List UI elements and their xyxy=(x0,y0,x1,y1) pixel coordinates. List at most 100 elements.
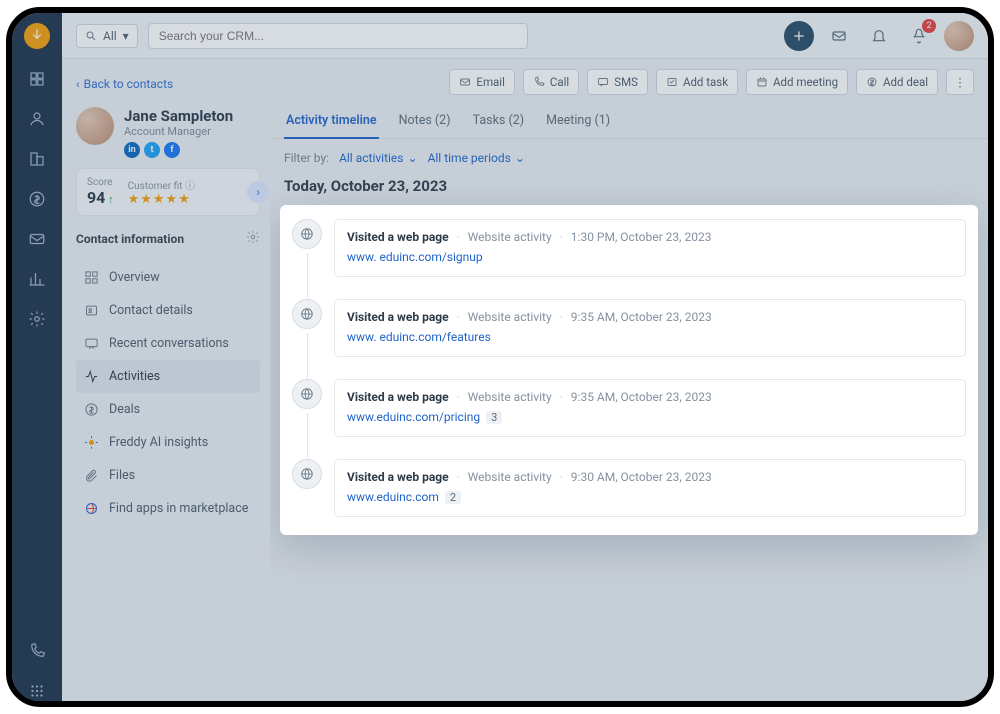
tab-tasks[interactable]: Tasks (2) xyxy=(471,105,527,138)
sidebar-item-freddy-ai[interactable]: Freddy AI insights xyxy=(76,426,260,459)
sms-button[interactable]: SMS xyxy=(587,69,648,95)
notifications-icon[interactable]: 2 xyxy=(904,21,934,51)
back-to-contacts-link[interactable]: ‹ Back to contacts xyxy=(76,71,260,97)
timeline-card[interactable]: Visited a web page · Website activity · … xyxy=(334,459,966,517)
rail-phone-icon[interactable] xyxy=(27,641,47,661)
contact-name: Jane Sampleton xyxy=(124,107,233,125)
visit-count: 3 xyxy=(486,411,502,424)
timeline-item: Visited a web page · Website activity · … xyxy=(292,459,966,517)
rail-accounts-icon[interactable] xyxy=(27,149,47,169)
timeline-time: 9:35 AM, October 23, 2023 xyxy=(571,390,712,404)
timeline-card[interactable]: Visited a web page · Website activity · … xyxy=(334,299,966,357)
call-button[interactable]: Call xyxy=(523,69,579,95)
timeline-card[interactable]: Visited a web page · Website activity · … xyxy=(334,219,966,277)
chevron-down-icon: ▾ xyxy=(123,29,129,43)
add-meeting-button[interactable]: Add meeting xyxy=(746,69,848,95)
timeline-title: Visited a web page xyxy=(347,470,449,484)
score-card: Score 94 ↑ Customer fit ⓘ ★★★★★ › xyxy=(76,168,260,216)
timeline-time: 9:30 AM, October 23, 2023 xyxy=(571,470,712,484)
twitter-icon[interactable]: t xyxy=(144,142,160,158)
email-button[interactable]: Email xyxy=(449,69,514,95)
rail-apps-icon[interactable] xyxy=(27,681,47,701)
quick-add-button[interactable] xyxy=(784,21,814,51)
timeline-type: Website activity xyxy=(468,390,552,404)
filter-activities[interactable]: All activities ⌄ xyxy=(339,151,418,165)
sidebar-item-activities[interactable]: Activities xyxy=(76,360,260,393)
score-expand-icon[interactable]: › xyxy=(247,181,269,203)
sidebar-item-recent-conversations[interactable]: Recent conversations xyxy=(76,327,260,360)
timeline-title: Visited a web page xyxy=(347,310,449,324)
tab-activity-timeline[interactable]: Activity timeline xyxy=(284,105,379,138)
nav-rail xyxy=(12,13,62,701)
tab-notes[interactable]: Notes (2) xyxy=(397,105,453,138)
content-area: Email Call SMS Add task Add meeting Add … xyxy=(270,59,988,701)
sidebar-item-contact-details[interactable]: Contact details xyxy=(76,294,260,327)
timeline-url[interactable]: www.eduinc.com/pricing3 xyxy=(347,410,953,424)
user-avatar[interactable] xyxy=(944,21,974,51)
rail-mail-icon[interactable] xyxy=(27,229,47,249)
linkedin-icon[interactable]: in xyxy=(124,142,140,158)
rail-deals-icon[interactable] xyxy=(27,189,47,209)
timeline-title: Visited a web page xyxy=(347,230,449,244)
timeline-item: Visited a web page · Website activity · … xyxy=(292,219,966,277)
facebook-icon[interactable]: f xyxy=(164,142,180,158)
add-deal-button[interactable]: Add deal xyxy=(856,69,938,95)
filter-row: Filter by: All activities ⌄ All time per… xyxy=(270,139,988,169)
timeline-item: Visited a web page · Website activity · … xyxy=(292,299,966,357)
app-logo[interactable] xyxy=(24,23,50,49)
chevron-left-icon: ‹ xyxy=(76,77,80,91)
timeline-type: Website activity xyxy=(468,310,552,324)
tabs: Activity timeline Notes (2) Tasks (2) Me… xyxy=(270,105,988,139)
today-heading: Today, October 23, 2023 xyxy=(270,169,988,205)
contact-sidebar: ‹ Back to contacts Jane Sampleton Accoun… xyxy=(62,59,270,701)
rail-reports-icon[interactable] xyxy=(27,269,47,289)
contact-avatar[interactable] xyxy=(76,107,114,145)
timeline-card[interactable]: Visited a web page · Website activity · … xyxy=(334,379,966,437)
customer-fit-stars: ★★★★★ xyxy=(128,192,195,207)
sidebar-item-overview[interactable]: Overview xyxy=(76,261,260,294)
filter-label: Filter by: xyxy=(284,151,329,165)
contact-role: Account Manager xyxy=(124,125,233,138)
bell-icon[interactable] xyxy=(864,21,894,51)
notification-badge: 2 xyxy=(922,19,936,33)
timeline-time: 9:35 AM, October 23, 2023 xyxy=(571,310,712,324)
add-task-button[interactable]: Add task xyxy=(656,69,738,95)
filter-periods[interactable]: All time periods ⌄ xyxy=(428,151,525,165)
sidebar-item-files[interactable]: Files xyxy=(76,459,260,492)
timeline-url[interactable]: www.eduinc.com2 xyxy=(347,490,953,504)
customer-fit-label: Customer fit ⓘ xyxy=(128,177,195,192)
rail-settings-icon[interactable] xyxy=(27,309,47,329)
globe-icon xyxy=(292,219,322,249)
search-input[interactable] xyxy=(148,23,528,49)
timeline-time: 1:30 PM, October 23, 2023 xyxy=(571,230,712,244)
timeline-url[interactable]: www. eduinc.com/features xyxy=(347,330,953,344)
chevron-down-icon: ⌄ xyxy=(515,151,525,165)
rail-contacts-icon[interactable] xyxy=(27,109,47,129)
search-scope-label: All xyxy=(103,29,117,43)
contact-info-heading: Contact information xyxy=(76,230,260,247)
sidebar-item-marketplace[interactable]: Find apps in marketplace xyxy=(76,492,260,525)
mail-icon[interactable] xyxy=(824,21,854,51)
action-bar: Email Call SMS Add task Add meeting Add … xyxy=(270,59,988,105)
search-scope-button[interactable]: All ▾ xyxy=(76,24,138,48)
globe-icon xyxy=(292,379,322,409)
topbar: All ▾ 2 xyxy=(62,13,988,59)
chevron-down-icon: ⌄ xyxy=(408,151,418,165)
timeline-title: Visited a web page xyxy=(347,390,449,404)
visit-count: 2 xyxy=(445,491,461,504)
timeline-type: Website activity xyxy=(468,230,552,244)
globe-icon xyxy=(292,459,322,489)
globe-icon xyxy=(292,299,322,329)
gear-icon[interactable] xyxy=(246,230,260,247)
sidebar-item-deals[interactable]: Deals xyxy=(76,393,260,426)
score-label: Score xyxy=(87,177,114,188)
contact-header: Jane Sampleton Account Manager in t f xyxy=(76,107,260,158)
activity-timeline-list: Visited a web page · Website activity · … xyxy=(280,205,978,535)
more-actions-button[interactable]: ⋮ xyxy=(946,69,974,95)
timeline-url[interactable]: www. eduinc.com/signup xyxy=(347,250,953,264)
timeline-item: Visited a web page · Website activity · … xyxy=(292,379,966,437)
tab-meeting[interactable]: Meeting (1) xyxy=(544,105,612,138)
score-value: 94 ↑ xyxy=(87,188,114,207)
rail-dashboard-icon[interactable] xyxy=(27,69,47,89)
timeline-type: Website activity xyxy=(468,470,552,484)
